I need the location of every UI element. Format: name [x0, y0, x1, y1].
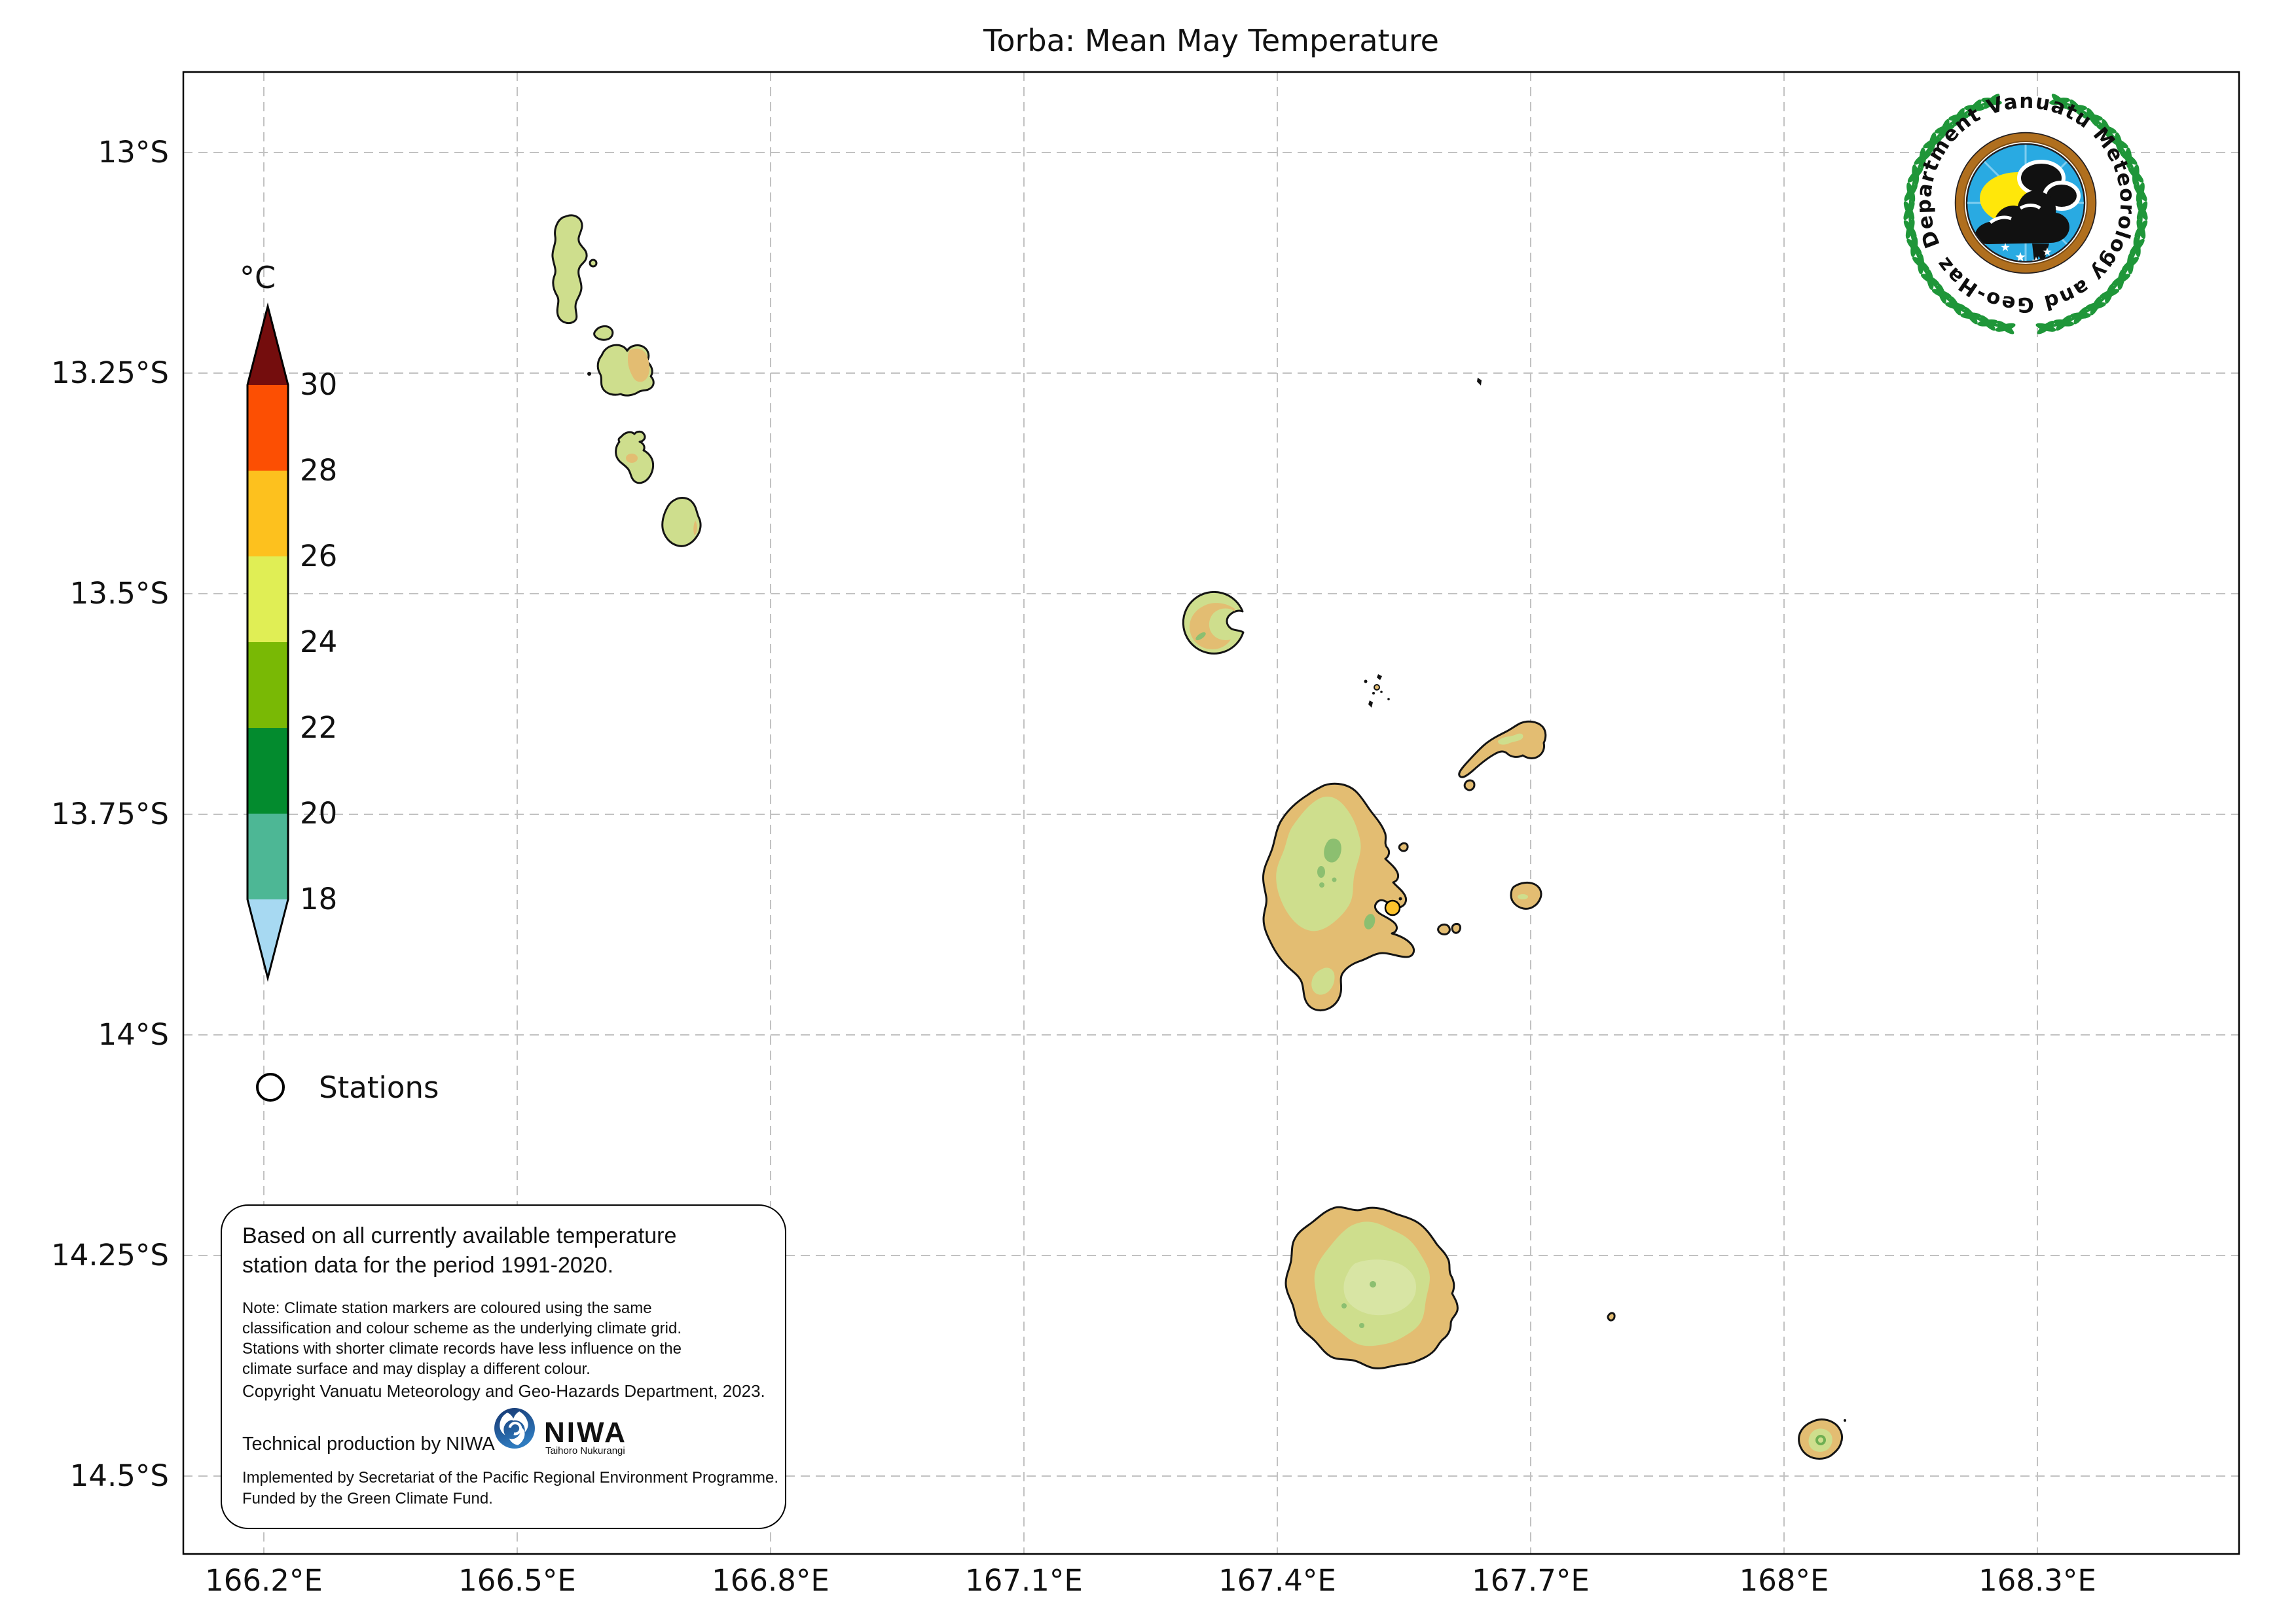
- niwa-tagline: Taihoro Nukurangi: [545, 1445, 625, 1456]
- info-note-line: Note: Climate station markers are colour…: [242, 1299, 652, 1317]
- info-heading: Based on all currently available tempera…: [242, 1221, 676, 1280]
- info-box: Based on all currently available tempera…: [221, 1204, 786, 1529]
- y-tick-label: 14°S: [98, 1017, 169, 1052]
- islet-rock: [1398, 897, 1402, 901]
- station-marker: [1384, 899, 1401, 916]
- y-tick-label: 13.5°S: [70, 576, 169, 611]
- page-title: Torba: Mean May Temperature: [983, 23, 1439, 58]
- colorbar-band: [247, 642, 288, 728]
- info-note-line: climate surface and may display a differ…: [242, 1360, 591, 1378]
- colorbar-band: [247, 814, 288, 899]
- y-tick-label: 13.25°S: [51, 355, 169, 390]
- islet-kwakea: [1437, 923, 1451, 935]
- colorbar-tick-label: 20: [300, 796, 337, 831]
- colorbar-over-arrow: [247, 306, 288, 385]
- colorbar-tick-label: 18: [300, 882, 337, 916]
- copyright-text: Copyright Vanuatu Meteorology and Geo-Ha…: [242, 1381, 765, 1401]
- coast-patch: [626, 454, 638, 463]
- x-tick-label: 167.1°E: [965, 1563, 1083, 1598]
- info-footer-line: Funded by the Green Climate Fund.: [242, 1490, 493, 1508]
- x-tick-label: 168.3°E: [1978, 1563, 2096, 1598]
- stations-legend-label: Stations: [319, 1070, 439, 1105]
- info-footer: Implemented by Secretariat of the Pacifi…: [242, 1468, 778, 1510]
- map-page: Department Vanuatu Meteorology and Geo-H…: [0, 0, 2296, 1624]
- islet-rock: [1844, 1419, 1846, 1422]
- colorbar-tick-label: 30: [300, 367, 337, 402]
- info-heading-line: station data for the period 1991-2020.: [242, 1252, 614, 1278]
- x-tick-label: 168°E: [1740, 1563, 1829, 1598]
- caldera-plateau: [1343, 1259, 1417, 1316]
- islet-rock: [1477, 378, 1482, 386]
- colorbar-under-arrow: [247, 899, 288, 978]
- laurel-leaf: [1918, 253, 1924, 274]
- colorbar: 30 28 26 24 22 20 18: [246, 302, 337, 982]
- colorbar-tick-label: 22: [300, 710, 337, 745]
- colorbar-unit-label: °C: [240, 260, 276, 295]
- x-tick-label: 166.2°E: [205, 1563, 323, 1598]
- x-tick-label: 166.8°E: [712, 1563, 829, 1598]
- stations-legend-marker: [256, 1073, 285, 1102]
- y-tick-label: 13°S: [98, 135, 169, 170]
- ridge-patch: [1518, 894, 1528, 899]
- reef-islets: [1364, 674, 1390, 708]
- islet: [589, 259, 598, 268]
- info-heading-line: Based on all currently available tempera…: [242, 1223, 677, 1248]
- islet-leneu: [1451, 923, 1461, 934]
- x-tick-label: 166.5°E: [458, 1563, 576, 1598]
- x-axis-tick-labels: 166.2°E 166.5°E 166.8°E 167.1°E 167.4°E 167.7…: [205, 1563, 2096, 1598]
- x-tick-label: 167.4°E: [1218, 1563, 1336, 1598]
- island-hiu: [551, 214, 588, 325]
- niwa-wordmark: NIWA: [544, 1416, 627, 1449]
- island-mota-lava: [1458, 720, 1547, 778]
- cone-lowland: [1808, 1428, 1832, 1452]
- colorbar-tick-label: 24: [300, 624, 337, 659]
- info-note: Note: Climate station markers are colour…: [242, 1299, 682, 1380]
- colorbar-band: [247, 471, 288, 556]
- islet: [1398, 842, 1409, 852]
- production-text: Technical production by NIWA: [242, 1434, 495, 1454]
- island-merig: [1607, 1312, 1616, 1322]
- y-tick-label: 13.75°S: [51, 797, 169, 831]
- weather-emblem-icon: [1954, 132, 2097, 274]
- colorbar-tick-label: 28: [300, 453, 337, 488]
- x-tick-label: 167.7°E: [1472, 1563, 1590, 1598]
- islet-rock: [587, 372, 591, 376]
- colorbar-band: [247, 556, 288, 642]
- y-tick-label: 14.25°S: [51, 1238, 169, 1272]
- y-tick-label: 14.5°S: [70, 1458, 169, 1493]
- colorbar-band: [247, 728, 288, 814]
- colorbar-tick-label: 26: [300, 539, 337, 573]
- laurel-leaf: [2069, 312, 2091, 319]
- y-axis-tick-labels: 13°S 13.25°S 13.5°S 13.75°S 14°S 14.25°S 14.5°…: [51, 135, 169, 1493]
- colorbar-band: [247, 385, 288, 471]
- info-note-line: classification and colour scheme as the …: [242, 1319, 682, 1337]
- islet-ra: [1463, 779, 1476, 791]
- info-note-line: Stations with shorter climate records ha…: [242, 1339, 682, 1358]
- info-footer-line: Implemented by Secretariat of the Pacifi…: [242, 1469, 779, 1487]
- island-metoma: [593, 325, 614, 341]
